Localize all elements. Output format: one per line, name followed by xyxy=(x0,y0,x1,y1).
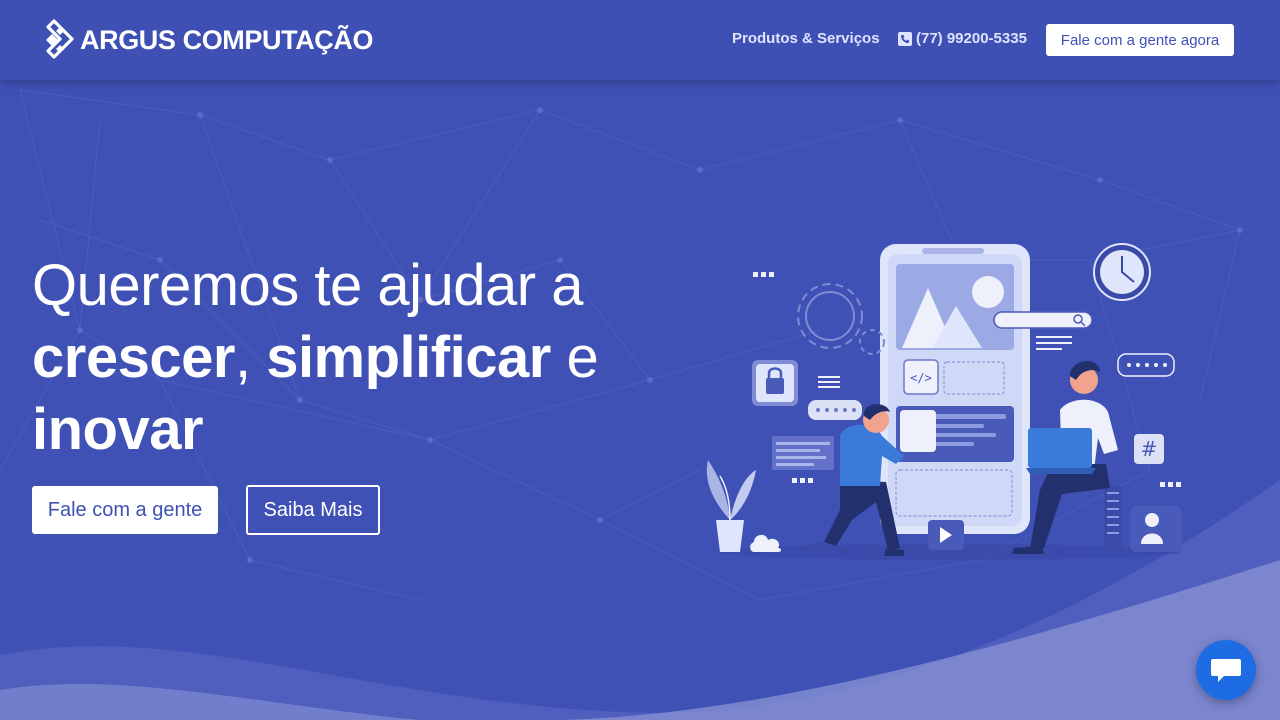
hero-title-line1: Queremos te ajudar a xyxy=(32,253,583,318)
chat-bubble-icon xyxy=(1211,659,1241,682)
user-icon xyxy=(1130,506,1182,552)
hero-word-grow: crescer xyxy=(32,325,235,390)
hero-conjunction: e xyxy=(566,325,599,390)
nav-products-services[interactable]: Produtos & Serviços xyxy=(732,30,880,47)
brand-name: ARGUS COMPUTAÇÃO xyxy=(80,24,374,55)
plant-icon xyxy=(706,460,756,552)
svg-text:#: # xyxy=(1141,437,1158,461)
chat-button[interactable] xyxy=(1196,640,1256,700)
hash-icon: # xyxy=(1134,434,1164,464)
hero-word-innovate: inovar xyxy=(32,397,204,462)
svg-text:</>: </> xyxy=(910,371,932,385)
cloud-icon xyxy=(750,534,781,552)
hero-illustration: </> # xyxy=(706,243,1182,560)
nav-phone[interactable]: (77) 99200-5335 xyxy=(898,30,1027,47)
header-contact-button[interactable]: Fale com a gente agora xyxy=(1046,24,1234,56)
gear-icon xyxy=(797,283,885,355)
phone-mockup: </> xyxy=(880,244,1030,550)
clock-icon xyxy=(1093,243,1151,301)
brand-logo[interactable]: ARGUS COMPUTAÇÃO xyxy=(44,19,373,61)
hero-title: Queremos te ajudar a crescer, simplifica… xyxy=(32,250,599,466)
learn-more-button[interactable]: Saiba Mais xyxy=(246,485,380,535)
argus-logo-icon xyxy=(46,19,74,59)
hero-section: Queremos te ajudar a crescer, simplifica… xyxy=(32,250,599,466)
phone-number: (77) 99200-5335 xyxy=(916,30,1027,47)
contact-us-button[interactable]: Fale com a gente xyxy=(32,486,218,534)
hero-comma: , xyxy=(234,325,251,390)
padlock-icon xyxy=(752,360,798,406)
search-bar-icon xyxy=(993,311,1093,329)
hero-word-simplify: simplificar xyxy=(266,325,551,390)
phone-icon xyxy=(898,31,912,46)
site-header: ARGUS COMPUTAÇÃO Produtos & Serviços (77… xyxy=(0,0,1280,80)
